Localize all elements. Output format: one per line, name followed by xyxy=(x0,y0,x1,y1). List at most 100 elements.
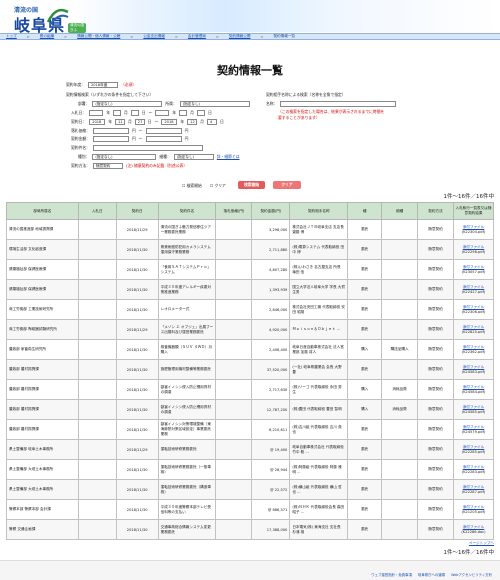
table-cell: 平成３０年度警察本部テレビ受信料等の支払い xyxy=(157,499,217,520)
table-cell: 4,920,000 xyxy=(251,319,291,340)
table-cell: (株)吉川組 代表取締役 吉川 貴也 xyxy=(289,419,349,440)
table-cell: 随意契約 xyxy=(417,459,454,480)
table-cell xyxy=(215,219,253,240)
table-cell: 警察 交通企画課 xyxy=(6,519,79,540)
unit-yen: 円 xyxy=(184,128,189,133)
nyusatsu-to-day[interactable] xyxy=(196,110,205,116)
contract-to-year[interactable]: 2018 xyxy=(161,119,178,125)
breadcrumb-item[interactable]: 県の組織 xyxy=(40,34,54,39)
nyusatsu-to-month[interactable] xyxy=(179,110,188,116)
table-cell xyxy=(77,279,117,300)
breadcrumb-item[interactable]: 会計管理局 xyxy=(188,34,206,39)
table-cell xyxy=(381,459,419,480)
table-cell xyxy=(215,279,253,300)
table-cell: Ｍａｉｓｏｎ＆Ｏｂｊｅｔ ... xyxy=(289,319,349,340)
method-select[interactable]: 随意契約 xyxy=(92,163,123,169)
table-cell xyxy=(77,479,117,500)
table-cell: 委託 xyxy=(347,499,383,520)
footer-link[interactable]: 岐阜県庁への道順 xyxy=(418,572,445,577)
search-toggle[interactable]: ☐ 検索開始 xyxy=(182,183,202,189)
table-cell xyxy=(77,239,117,260)
table-cell: 消耗品費 xyxy=(381,399,419,420)
table-cell: (株)ソーゴ 代表取締役 永田 秀生 xyxy=(289,379,349,400)
table-cell xyxy=(77,419,117,440)
table-cell: (一社) 岐阜県農業会 会長 大野 豊 xyxy=(289,359,349,380)
min-price-from[interactable] xyxy=(92,128,129,134)
table-cell: 清流の国ぎふ魅力発信移住ツアー業務委託業務 xyxy=(157,219,217,240)
clear-button[interactable]: クリア xyxy=(273,181,301,189)
attachment-filename: (K22427.pdf) xyxy=(461,290,486,294)
year-select[interactable]: 2018年度 xyxy=(87,82,118,88)
table-row: 県土整備部 大垣土木事務所 2018/11/30 運転技術研修業務委託（構造車検） @… xyxy=(6,479,495,500)
breadcrumb-item[interactable]: 情報公開・個人情報・公聴 xyxy=(77,34,120,39)
unit-day: 日 xyxy=(141,110,146,115)
table-cell: 検査機器類（ＳＵＶ ４ＷＤ）月購入 xyxy=(157,339,217,360)
col-header: 落札価格(円) xyxy=(215,202,253,220)
table-cell: 2018/11/30 xyxy=(115,459,159,480)
table-cell: 運転技術研修業務委託（一般車検） xyxy=(157,459,217,480)
table-cell xyxy=(381,219,419,240)
nyusatsu-from-year[interactable] xyxy=(89,110,104,116)
table-cell xyxy=(215,399,253,420)
nyusatsu-label: 入札日： xyxy=(71,110,87,115)
partner-name-input[interactable] xyxy=(280,101,397,107)
nyusatsu-from-month[interactable] xyxy=(112,110,121,116)
region-select[interactable]: (指定なし) xyxy=(173,154,214,160)
table-cell: 37,520,000 xyxy=(251,359,291,380)
table-cell xyxy=(381,319,419,340)
min-price-to[interactable] xyxy=(145,128,182,134)
table-cell xyxy=(381,299,419,320)
table-cell: 獣害イノシシ侵入防止柵用資材の調達 xyxy=(157,379,217,400)
kind-label: 種別： xyxy=(78,154,90,159)
table-cell: 「食育ＳＡＴシステムＰｒｏ」システム xyxy=(157,259,217,280)
table-cell: 獣害イノシシ侵入防止柵用資材の調達 xyxy=(157,399,217,420)
min-price-label: 落札価格： xyxy=(71,128,90,133)
section-label: 所属： xyxy=(165,101,177,106)
contract-to-day[interactable]: 4 xyxy=(206,119,217,125)
breadcrumb-item[interactable]: 契約情報公開 xyxy=(229,34,251,39)
table-cell: @ 19,400 xyxy=(251,439,291,460)
partner-name-label: 名称： xyxy=(266,101,278,106)
table-cell: 2018/11/30 xyxy=(115,479,159,500)
dept-label: 部署： xyxy=(78,101,90,106)
table-cell xyxy=(381,499,419,520)
footer-link[interactable]: Webアクセシビリティ方針 xyxy=(451,572,492,577)
breadcrumb-item[interactable]: 公金支出情報 xyxy=(143,34,165,39)
search-button[interactable]: 検索開始 xyxy=(238,181,266,189)
table-cell xyxy=(381,359,419,380)
table-cell xyxy=(215,519,253,540)
contract-from-day[interactable]: 27 xyxy=(134,119,145,125)
contract-from-month[interactable]: 11 xyxy=(114,119,125,125)
contract-from-year[interactable]: 2018 xyxy=(89,119,106,125)
nyusatsu-to-year[interactable] xyxy=(155,110,170,116)
region-help-link[interactable]: 詳・細節とは xyxy=(217,154,240,160)
attachment-cell: 添付ファイル (K22362.pdf) xyxy=(452,339,495,360)
nyusatsu-from-day[interactable] xyxy=(130,110,139,116)
page-top-link[interactable]: ページトップへ xyxy=(469,541,494,546)
attachment-cell: 添付ファイル (K24585.pdf) xyxy=(452,399,495,420)
table-cell: 2018/11/30 xyxy=(115,339,159,360)
section-select[interactable]: (指定なし) xyxy=(179,101,250,107)
amount-to[interactable] xyxy=(145,136,182,142)
table-cell: 2018/11/30 xyxy=(115,259,159,280)
site-logo[interactable]: 清流の国 岐阜県 清流の国ぎふ xyxy=(6,2,86,35)
attachment-filename: (K22298.pdf) xyxy=(461,250,486,254)
kind-select[interactable]: (指定なし) xyxy=(92,154,157,160)
footer-link[interactable]: ウェブ運営指針・免責事項 xyxy=(371,572,412,577)
breadcrumb-item[interactable]: トップ xyxy=(6,34,17,39)
table-cell: 随意契約 xyxy=(417,319,454,340)
table-cell xyxy=(381,439,419,460)
table-cell xyxy=(215,239,253,260)
table-row: 健康福祉部 保健医療課 2018/11/30 「食育ＳＡＴシステムＰｒｏ」システム 4… xyxy=(6,259,495,280)
amount-from[interactable] xyxy=(92,136,129,142)
attachment-filename: (K22306.pdf) xyxy=(461,310,486,314)
contract-to-month[interactable]: 12 xyxy=(187,119,198,125)
table-row: 警察本部 警察本部 会計課 2018/11/30 平成３０年度警察本部テレビ受信料等… xyxy=(6,499,495,520)
table-cell: 警察本部 警察本部 会計課 xyxy=(6,499,79,520)
unit-year: 年 xyxy=(108,119,112,124)
dept-select[interactable]: (指定なし) xyxy=(92,101,163,107)
site-header: 清流の国 岐阜県 清流の国ぎふ xyxy=(0,0,500,35)
table-cell: 2,711,880 xyxy=(251,239,291,260)
clear-toggle[interactable]: ☐ クリア xyxy=(210,183,226,189)
contract-name-input[interactable] xyxy=(92,145,203,151)
